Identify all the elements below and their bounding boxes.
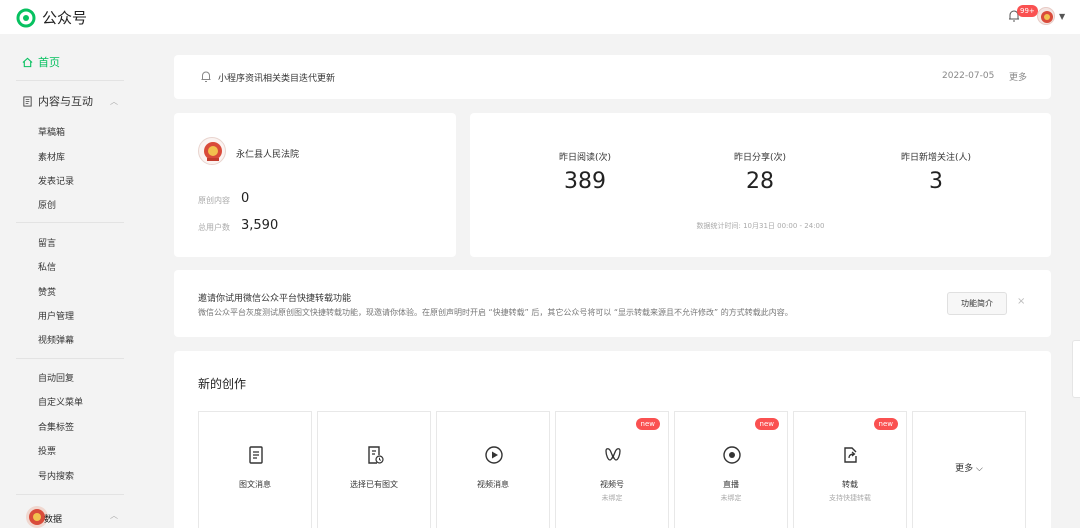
document-clock-icon [368,446,384,464]
user-avatar[interactable] [1037,7,1055,25]
home-icon [22,57,33,67]
account-name: 永仁县人民法院 [236,150,300,160]
sidebar-item-vote[interactable]: 投票 [38,444,56,457]
stat-label-new-follows: 昨日新增关注(人) [900,153,972,163]
stat-value-new-follows: 3 [929,169,943,194]
sidebar-item-collection-tags[interactable]: 合集标签 [38,420,74,433]
stats-card: 昨日阅读(次) 389 昨日分享(次) 28 昨日新增关注(人) 3 数据统计时… [470,113,1051,257]
divider [16,222,124,223]
tile-label: 视频消息 [477,480,509,489]
content-icon [23,95,32,107]
sidebar-item-drafts[interactable]: 草稿箱 [38,125,65,138]
side-float-tab[interactable] [1072,340,1080,398]
invite-description: 微信公众平台灰度测试原创图文快捷转载功能，现邀请你体验。在原创声明时开启 “快捷… [198,308,793,317]
tile-label: 图文消息 [239,480,271,489]
sidebar: 首页 内容与互动 ︿ 草稿箱 素材库 发表记录 原创 留言 私信 赞赏 用户管理… [0,34,140,528]
invite-card: 邀请你试用微信公众平台快捷转载功能 微信公众平台灰度测试原创图文快捷转载功能，现… [174,270,1051,337]
divider [16,358,124,359]
tile-live[interactable]: new 直播 未绑定 [674,411,788,528]
account-avatar [198,137,226,165]
tile-more[interactable]: 更多 ⌵ [912,411,1026,528]
top-bar: 公众号 99+ ▼ [0,0,1080,34]
sidebar-item-auto-reply[interactable]: 自动回复 [38,371,74,384]
tile-channels[interactable]: new 视频号 未绑定 [555,411,669,528]
sidebar-group-content[interactable]: 内容与互动 ︿ [22,93,122,109]
sidebar-item-users[interactable]: 用户管理 [38,309,74,322]
tile-sublabel: 未绑定 [720,494,742,502]
feature-intro-button[interactable]: 功能简介 [947,292,1007,315]
original-content-value: 0 [241,191,250,206]
tile-article[interactable]: 图文消息 [198,411,312,528]
sidebar-item-rewards[interactable]: 赞赏 [38,285,56,298]
play-icon [485,446,503,464]
account-card: 永仁县人民法院 原创内容 0 总用户数 3,590 [174,113,456,257]
announcement-link[interactable]: 小程序资讯相关类目迭代更新 [218,71,335,84]
total-users-value: 3,590 [241,218,279,233]
tile-video-message[interactable]: 视频消息 [436,411,550,528]
sidebar-item-label: 首页 [38,56,60,69]
tile-label: 选择已有图文 [350,480,398,489]
tile-sublabel: 未绑定 [601,494,623,502]
tile-label: 视频号 [600,480,624,489]
sidebar-item-original[interactable]: 原创 [38,198,56,211]
sidebar-item-comments[interactable]: 留言 [38,236,56,249]
court-emblem-icon [1041,11,1053,23]
announcement-date: 2022-07-05 [942,71,995,81]
repost-icon [844,447,857,463]
live-icon [723,446,741,464]
announcement-card: 小程序资讯相关类目迭代更新 2022-07-05 更多 [174,55,1051,99]
announcement-more-link[interactable]: 更多 [1009,70,1027,83]
sidebar-item-materials[interactable]: 素材库 [38,150,65,163]
chevron-down-icon[interactable]: ▼ [1059,12,1065,21]
more-label: 更多 ⌵ [955,464,983,474]
new-badge: new [754,418,779,430]
announcement-bell-icon [201,71,211,82]
invite-title: 邀请你试用微信公众平台快捷转载功能 [198,294,352,304]
new-badge: new [873,418,898,430]
chevron-up-icon: ︿ [110,511,118,520]
stat-label-shares: 昨日分享(次) [733,153,787,163]
tile-sublabel: 支持快捷转载 [829,494,871,502]
channels-icon [605,448,621,461]
app-title: 公众号 [42,9,88,27]
close-icon[interactable]: × [1017,296,1025,307]
sidebar-item-publish-records[interactable]: 发表记录 [38,174,74,187]
court-emblem-icon [204,142,222,161]
tile-repost[interactable]: new 转载 支持快捷转载 [793,411,907,528]
tile-label: 转载 [842,480,858,489]
tile-select-existing[interactable]: 选择已有图文 [317,411,431,528]
stat-label-reads: 昨日阅读(次) [558,153,612,163]
new-creation-card: 新的创作 图文消息 选择已有图文 视频消息 new 视频号 未绑定 new 直播… [174,351,1051,528]
stat-value-shares: 28 [746,169,774,194]
divider [16,80,124,81]
sidebar-group-data[interactable]: 数据 [44,512,62,525]
sidebar-item-messages[interactable]: 私信 [38,260,56,273]
creation-title: 新的创作 [198,377,247,391]
notification-badge: 99+ [1017,5,1038,17]
new-badge: new [635,418,660,430]
stat-value-reads: 389 [564,169,606,194]
sidebar-item-custom-menu[interactable]: 自定义菜单 [38,395,83,408]
original-content-label: 原创内容 [198,196,230,205]
stats-time-note: 数据统计时间: 10月31日 00:00 - 24:00 [696,222,825,230]
sidebar-item-search[interactable]: 号内搜索 [38,469,74,482]
tile-label: 直播 [723,480,739,489]
document-icon [249,446,263,464]
wechat-official-logo-icon [16,8,36,27]
total-users-label: 总用户数 [198,223,230,232]
chevron-up-icon: ︿ [110,96,118,106]
sidebar-item-video-danmaku[interactable]: 视频弹幕 [38,333,74,346]
sidebar-item-home[interactable]: 首页 [22,54,60,70]
logo[interactable]: 公众号 [16,7,87,28]
sidebar-group-label: 内容与互动 [38,95,93,108]
divider [16,494,124,495]
